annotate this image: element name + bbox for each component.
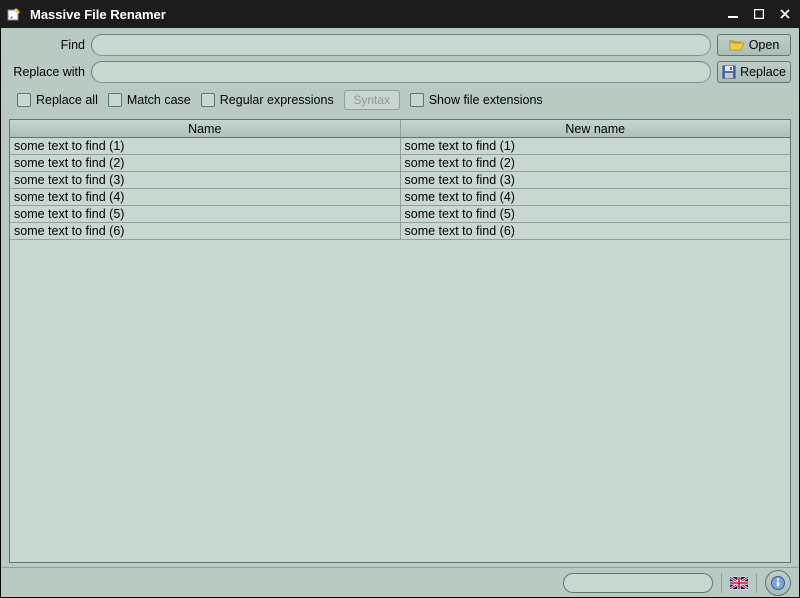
col-newname-header[interactable]: New name [401, 120, 791, 138]
titlebar: Massive File Renamer [0, 0, 800, 28]
app-window: Massive File Renamer Find [0, 0, 800, 598]
replace-row: Replace with Replace [9, 61, 791, 83]
regex-option[interactable]: Regular expressions [201, 93, 334, 107]
open-button[interactable]: Open [717, 34, 791, 56]
cell-newname: some text to find (4) [401, 189, 791, 205]
regex-checkbox[interactable] [201, 93, 215, 107]
match-case-label: Match case [127, 93, 191, 107]
show-ext-option[interactable]: Show file extensions [410, 93, 543, 107]
statusbar [1, 567, 799, 597]
cell-newname: some text to find (5) [401, 206, 791, 222]
show-ext-label: Show file extensions [429, 93, 543, 107]
info-icon [771, 576, 785, 590]
find-label: Find [9, 38, 85, 52]
replace-all-checkbox[interactable] [17, 93, 31, 107]
close-button[interactable] [778, 7, 792, 21]
status-divider [721, 573, 722, 593]
replace-button-label: Replace [740, 65, 786, 79]
cell-name: some text to find (1) [10, 138, 401, 154]
content-area: Find Open Replace with [1, 28, 799, 567]
match-case-option[interactable]: Match case [108, 93, 191, 107]
table-row[interactable]: some text to find (5)some text to find (… [10, 206, 790, 223]
replace-all-option[interactable]: Replace all [17, 93, 98, 107]
replace-input[interactable] [91, 61, 711, 83]
table-body: some text to find (1)some text to find (… [10, 138, 790, 562]
table-header: Name New name [10, 120, 790, 138]
minimize-button[interactable] [726, 7, 740, 21]
info-button[interactable] [765, 570, 791, 596]
table-row[interactable]: some text to find (2)some text to find (… [10, 155, 790, 172]
find-input[interactable] [91, 34, 711, 56]
cell-newname: some text to find (2) [401, 155, 791, 171]
file-table: Name New name some text to find (1)some … [9, 119, 791, 563]
window-title: Massive File Renamer [30, 7, 726, 22]
table-row[interactable]: some text to find (4)some text to find (… [10, 189, 790, 206]
table-row[interactable]: some text to find (1)some text to find (… [10, 138, 790, 155]
window-controls [726, 7, 792, 21]
table-row[interactable]: some text to find (6)some text to find (… [10, 223, 790, 240]
match-case-checkbox[interactable] [108, 93, 122, 107]
show-ext-checkbox[interactable] [410, 93, 424, 107]
cell-newname: some text to find (3) [401, 172, 791, 188]
save-icon [722, 65, 736, 79]
options-row: Replace all Match case Regular expressio… [9, 88, 791, 114]
cell-name: some text to find (5) [10, 206, 401, 222]
cell-newname: some text to find (1) [401, 138, 791, 154]
col-name-header[interactable]: Name [10, 120, 401, 138]
syntax-button: Syntax [344, 90, 400, 110]
cell-newname: some text to find (6) [401, 223, 791, 239]
app-icon [6, 6, 22, 22]
language-button[interactable] [730, 576, 748, 590]
cell-name: some text to find (4) [10, 189, 401, 205]
replace-all-label: Replace all [36, 93, 98, 107]
folder-open-icon [729, 38, 745, 52]
uk-flag-icon [730, 577, 748, 589]
status-slot [563, 573, 713, 593]
syntax-button-label: Syntax [353, 93, 390, 107]
window-body: Find Open Replace with [0, 28, 800, 598]
regex-label: Regular expressions [220, 93, 334, 107]
maximize-button[interactable] [752, 7, 766, 21]
cell-name: some text to find (3) [10, 172, 401, 188]
replace-button[interactable]: Replace [717, 61, 791, 83]
replace-label: Replace with [9, 65, 85, 79]
status-divider-2 [756, 573, 757, 593]
cell-name: some text to find (6) [10, 223, 401, 239]
find-row: Find Open [9, 34, 791, 56]
table-row[interactable]: some text to find (3)some text to find (… [10, 172, 790, 189]
open-button-label: Open [749, 38, 780, 52]
cell-name: some text to find (2) [10, 155, 401, 171]
